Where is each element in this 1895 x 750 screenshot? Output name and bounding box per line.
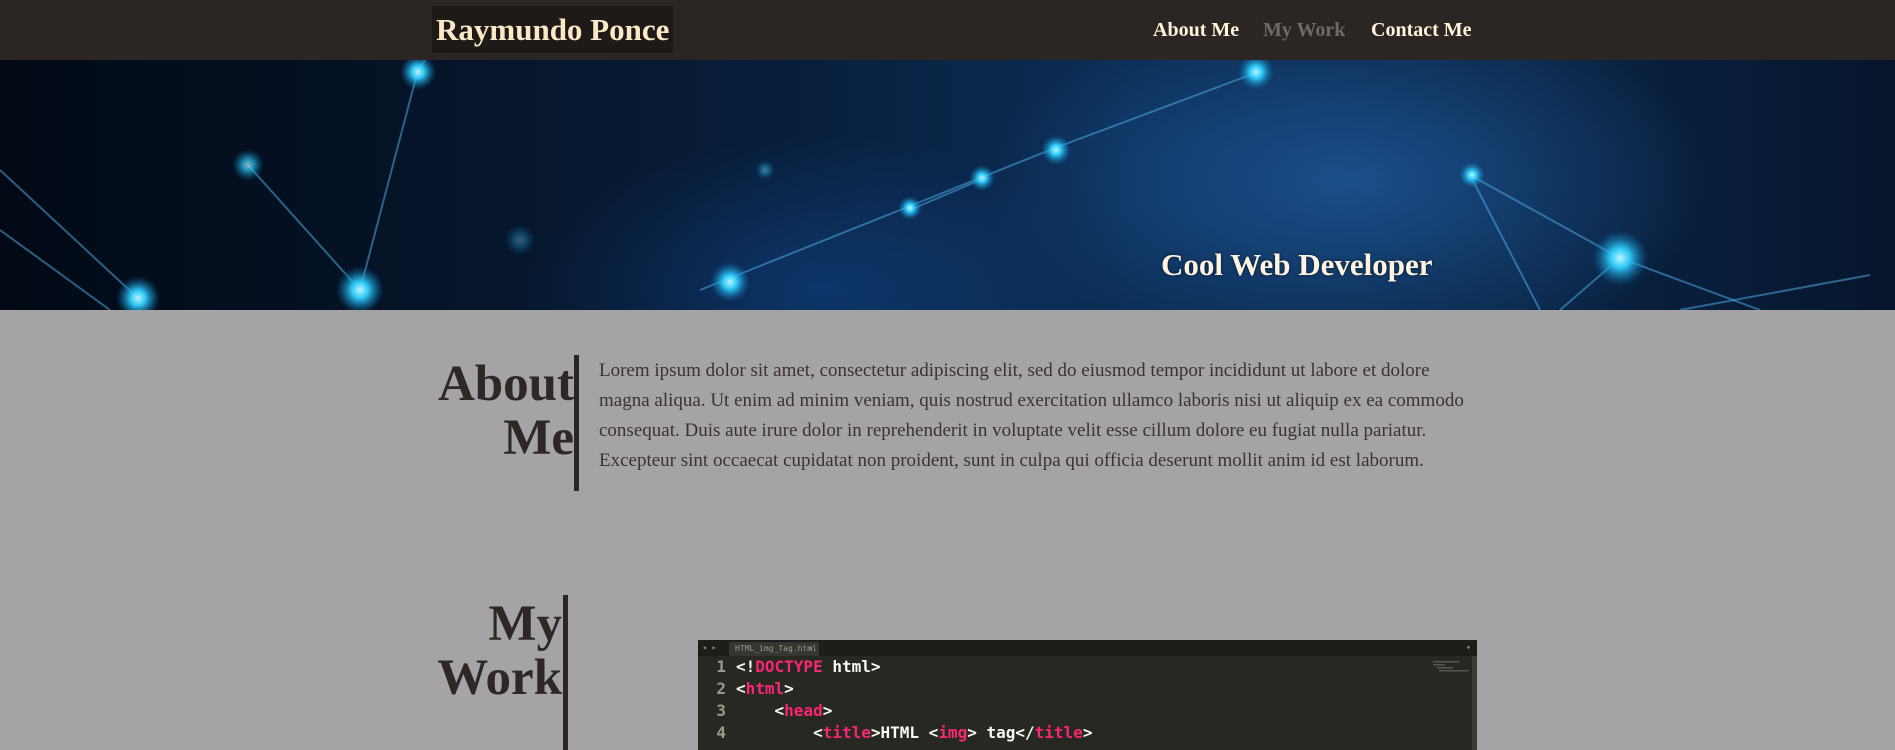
nav-link-my-work[interactable]: My Work [1263,17,1345,43]
editor-file-tab-label: HTML_img_Tag.html [735,644,817,653]
editor-file-tab: HTML_img_Tag.html × [729,642,819,656]
tab-scroll-arrows-icon: ◂ ▸ [702,643,717,652]
tab-menu-icon: ▾ [1466,643,1471,652]
editor-tab-bar: ◂ ▸ HTML_img_Tag.html × ▾ [698,640,1477,656]
code-line: 2 <html> [716,679,794,698]
site-brand[interactable]: Raymundo Ponce [432,6,674,53]
code-line: 1 <!DOCTYPE html> [716,657,881,676]
top-navigation-bar: Raymundo Ponce About Me My Work Contact … [0,0,1895,60]
project-code-screenshot[interactable]: ◂ ▸ HTML_img_Tag.html × ▾ 1 <!DOCTYPE htm… [698,640,1477,750]
work-heading-line2: Work [437,650,562,706]
network-background-image [0,60,1871,310]
about-heading-line1: About [437,356,574,412]
code-line: 3 <head> [716,701,833,720]
hero-banner: Cool Web Developer [0,60,1895,310]
about-heading-line2: Me [503,410,574,466]
nav-link-about-me[interactable]: About Me [1153,17,1239,43]
about-divider [574,355,579,491]
my-work-heading: My Work [432,597,562,705]
nav-link-contact-me[interactable]: Contact Me [1371,17,1472,43]
hero-tagline: Cool Web Developer [1161,247,1433,282]
about-me-paragraph: Lorem ipsum dolor sit amet, consectetur … [599,360,1464,471]
about-me-heading: About Me [432,357,574,465]
code-line: 4 <title>HTML <img> tag</title> [716,723,1093,742]
minimap-icon [1433,661,1469,672]
tab-close-icon: × [808,644,813,653]
work-divider [563,595,568,750]
work-heading-line1: My [488,596,562,652]
editor-scrollbar [1472,656,1477,750]
